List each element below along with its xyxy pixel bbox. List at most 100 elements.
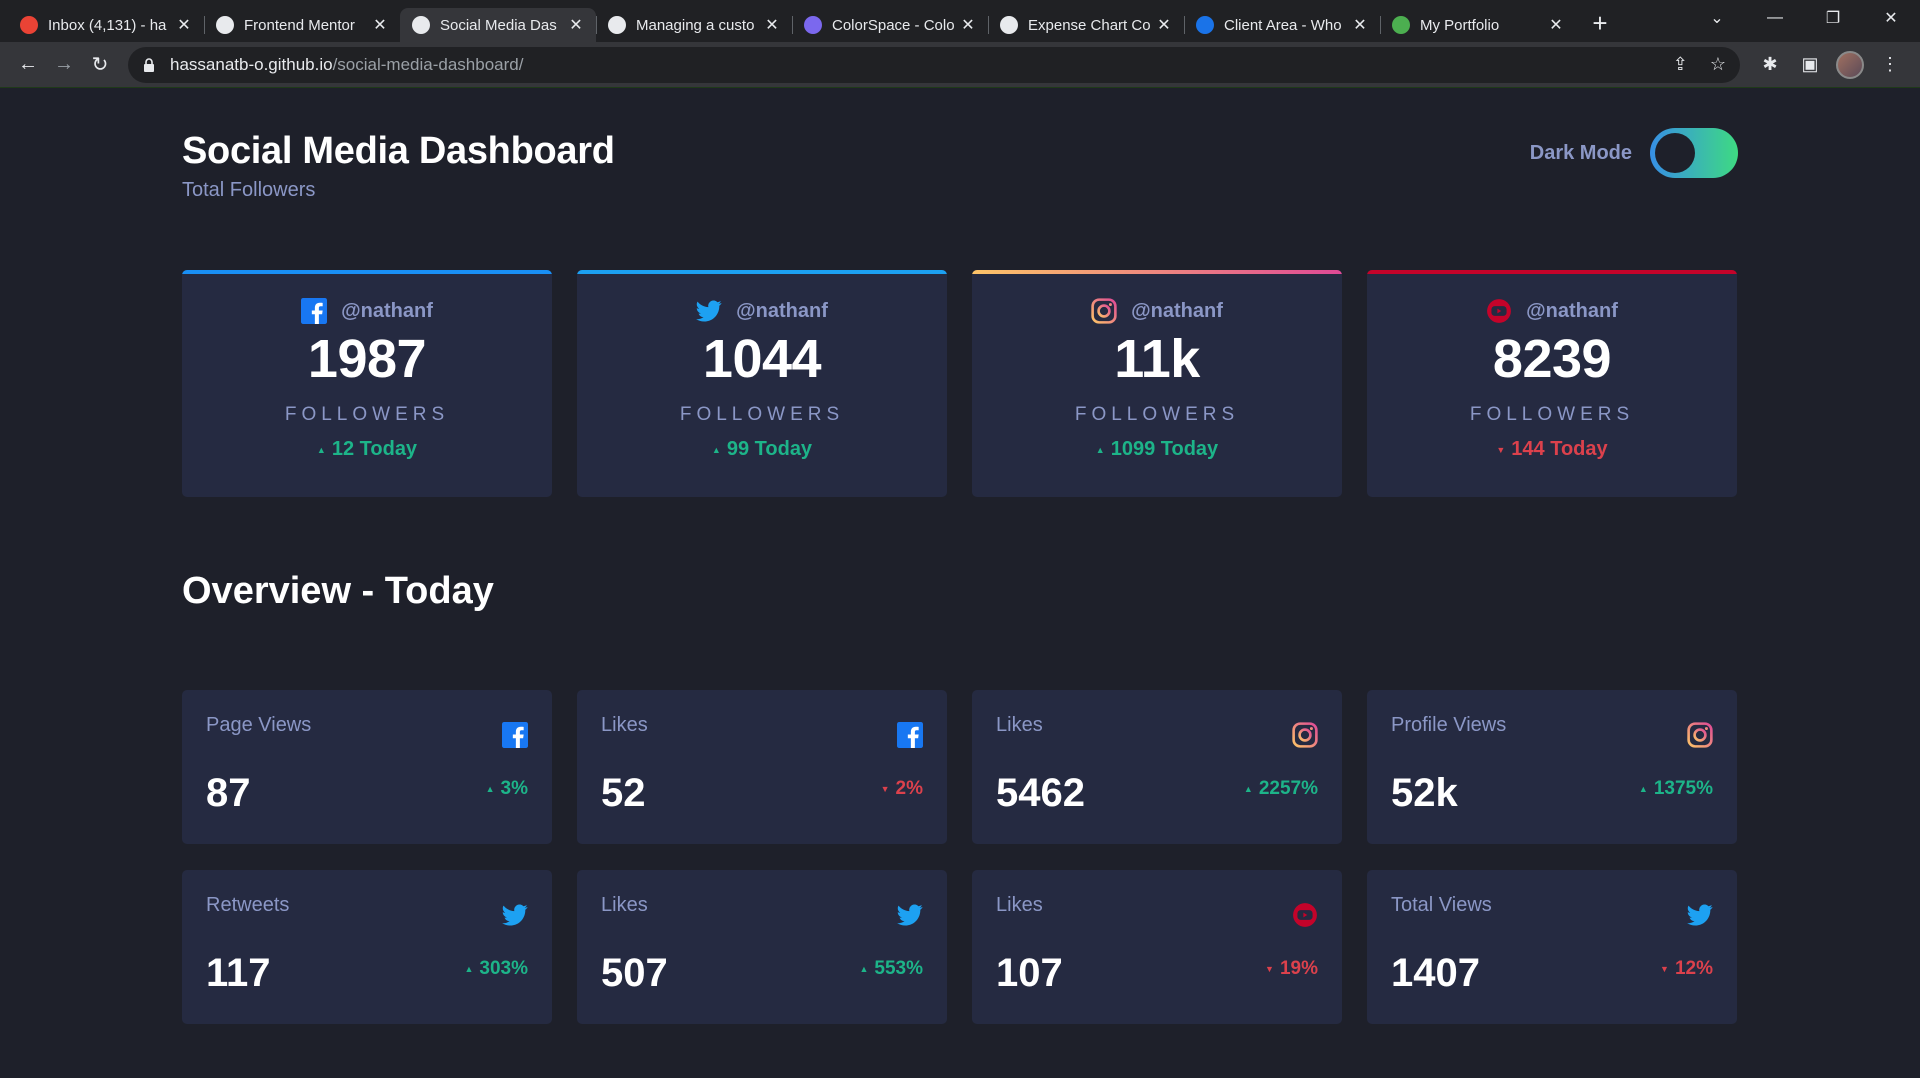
followers-card-facebook[interactable]: @nathanf 1987 FOLLOWERS ▲ 12 Today	[182, 270, 552, 497]
browser-tab-bar: Inbox (4,131) - ha ✕ Frontend Mentor ✕ Socia…	[0, 0, 1920, 42]
page-title: Social Media Dashboard	[182, 130, 615, 172]
reload-icon[interactable]: ↻	[82, 47, 118, 83]
card-handle: @nathanf	[577, 298, 947, 324]
tab-close-icon[interactable]: ✕	[372, 15, 388, 35]
tab-title: Frontend Mentor	[244, 16, 355, 34]
overview-card[interactable]: Total Views 1407 ▼ 12%	[1367, 870, 1737, 1024]
tab-close-icon[interactable]: ✕	[960, 15, 976, 35]
window-controls: ⌄ — ❐ ✕	[1688, 0, 1920, 36]
card-handle: @nathanf	[182, 298, 552, 324]
tab-title: My Portfolio	[1420, 16, 1500, 34]
metric-change: ▲ 3%	[486, 778, 528, 800]
followers-card-instagram[interactable]: @nathanf 11k FOLLOWERS ▲ 1099 Today	[972, 270, 1342, 497]
restore-icon[interactable]: ❐	[1804, 8, 1862, 28]
browser-tab[interactable]: Managing a custo ✕	[596, 8, 792, 42]
browser-tab[interactable]: Frontend Mentor ✕	[204, 8, 400, 42]
back-icon[interactable]: ←	[10, 47, 46, 83]
today-change: ▲ 1099 Today	[972, 438, 1342, 461]
browser-tab[interactable]: Expense Chart Co ✕	[988, 8, 1184, 42]
follower-count: 11k	[1114, 329, 1200, 389]
today-change: ▲ 99 Today	[577, 438, 947, 461]
followers-card-youtube[interactable]: @nathanf 8239 FOLLOWERS ▼ 144 Today	[1367, 270, 1737, 497]
today-change: ▼ 144 Today	[1367, 438, 1737, 461]
tab-close-icon[interactable]: ✕	[1548, 15, 1564, 35]
followers-card-twitter[interactable]: @nathanf 1044 FOLLOWERS ▲ 99 Today	[577, 270, 947, 497]
extensions-icon[interactable]: ✱	[1750, 47, 1790, 83]
url-host: hassanatb-o.github.io	[170, 54, 333, 74]
metric-change-text: 3%	[500, 778, 528, 799]
metric-change-text: 19%	[1279, 958, 1318, 979]
overview-card[interactable]: Likes 5462 ▲ 2257%	[972, 690, 1342, 844]
facebook-icon	[502, 722, 528, 748]
tab-close-icon[interactable]: ✕	[568, 15, 584, 35]
tab-close-icon[interactable]: ✕	[1352, 15, 1368, 35]
metric-label: Likes	[601, 894, 648, 916]
dashboard-page: Social Media Dashboard Total Followers D…	[0, 88, 1920, 1078]
tab-close-icon[interactable]: ✕	[1156, 15, 1172, 35]
metric-label: Likes	[996, 894, 1043, 916]
browser-tab[interactable]: ColorSpace - Colo ✕	[792, 8, 988, 42]
metric-value: 87	[206, 771, 251, 815]
tab-close-icon[interactable]: ✕	[764, 15, 780, 35]
followers-label: FOLLOWERS	[1074, 404, 1240, 425]
metric-change-text: 2257%	[1258, 778, 1318, 799]
browser-tab[interactable]: My Portfolio ✕	[1380, 8, 1576, 42]
forward-icon[interactable]: →	[46, 47, 82, 83]
browser-tab[interactable]: Social Media Das ✕	[400, 8, 596, 42]
arrow-down-icon: ▼	[1265, 964, 1274, 974]
instagram-icon	[1687, 722, 1713, 748]
bookmark-star-icon[interactable]: ☆	[1710, 54, 1726, 75]
browser-toolbar: ← → ↻ hassanatb-o.github.io/social-media…	[0, 42, 1920, 88]
overview-card[interactable]: Profile Views 52k ▲ 1375%	[1367, 690, 1737, 844]
arrow-up-icon: ▲	[859, 964, 869, 974]
profile-avatar[interactable]	[1830, 47, 1870, 83]
tab-title: Client Area - Who	[1224, 16, 1342, 34]
metric-change: ▲ 1375%	[1639, 778, 1713, 800]
dark-mode-control: Dark Mode	[1530, 128, 1738, 178]
metric-label: Likes	[601, 714, 648, 736]
arrow-up-icon: ▲	[711, 444, 721, 455]
follower-count: 1044	[702, 329, 822, 389]
tab-close-icon[interactable]: ✕	[176, 15, 192, 35]
arrow-down-icon: ▼	[1660, 964, 1669, 974]
overview-card[interactable]: Likes 507 ▲ 553%	[577, 870, 947, 1024]
browser-tab[interactable]: Inbox (4,131) - ha ✕	[8, 8, 204, 42]
address-bar[interactable]: hassanatb-o.github.io/social-media-dashb…	[128, 46, 1740, 83]
arrow-up-icon: ▲	[1095, 444, 1105, 455]
card-handle: @nathanf	[1367, 298, 1737, 324]
metric-change-text: 1375%	[1653, 778, 1713, 799]
dark-mode-label: Dark Mode	[1529, 141, 1632, 164]
card-accent-bar	[182, 270, 552, 274]
url-text: hassanatb-o.github.io/social-media-dashb…	[170, 55, 523, 75]
menu-kebab-icon[interactable]: ⋮	[1870, 47, 1910, 83]
overview-card[interactable]: Likes 52 ▼ 2%	[577, 690, 947, 844]
overview-card[interactable]: Page Views 87 ▲ 3%	[182, 690, 552, 844]
portfolio-icon	[1392, 16, 1410, 34]
handle-text: @nathanf	[736, 299, 828, 322]
minimize-icon[interactable]: —	[1746, 9, 1804, 27]
metric-change: ▼ 12%	[1660, 958, 1713, 980]
arrow-up-icon: ▲	[485, 784, 495, 794]
metric-label: Likes	[996, 714, 1043, 736]
card-accent-bar	[972, 270, 1342, 274]
browser-tab[interactable]: Client Area - Who ✕	[1184, 8, 1380, 42]
twitter-icon	[696, 298, 722, 324]
handle-text: @nathanf	[1526, 299, 1618, 322]
dark-mode-toggle[interactable]	[1650, 128, 1738, 178]
metric-label: Total Views	[1391, 894, 1492, 916]
overview-title: Overview - Today	[182, 570, 494, 612]
overview-card[interactable]: Retweets 117 ▲ 303%	[182, 870, 552, 1024]
tab-search-icon[interactable]: ⌄	[1688, 8, 1746, 28]
handle-text: @nathanf	[1131, 299, 1223, 322]
metric-change: ▲ 553%	[859, 958, 923, 980]
metric-change: ▲ 2257%	[1244, 778, 1318, 800]
side-panel-icon[interactable]: ▣	[1790, 47, 1830, 83]
new-tab-icon[interactable]: +	[1584, 7, 1616, 39]
handle-text: @nathanf	[341, 299, 433, 322]
overview-card[interactable]: Likes 107 ▼ 19%	[972, 870, 1342, 1024]
close-window-icon[interactable]: ✕	[1862, 8, 1920, 28]
metric-change: ▼ 2%	[881, 778, 923, 800]
github-icon	[608, 16, 626, 34]
share-icon[interactable]: ⇪	[1673, 54, 1688, 75]
followers-label: FOLLOWERS	[679, 404, 845, 425]
